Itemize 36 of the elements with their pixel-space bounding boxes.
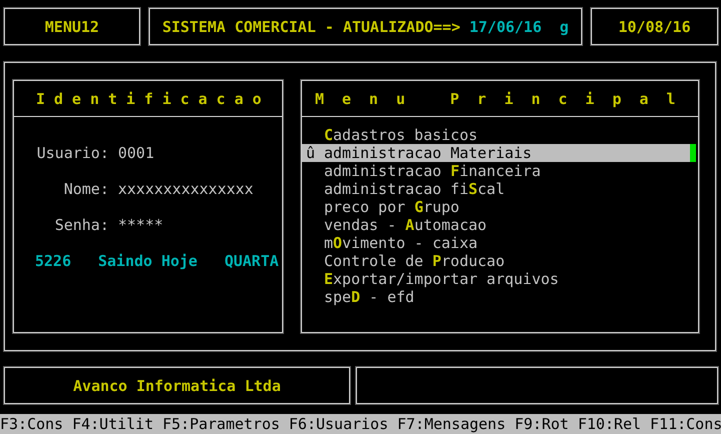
- status-text: QUARTA: [224, 252, 279, 270]
- panel-title: Menu Principal: [315, 90, 694, 108]
- field-label: Usuario:: [36, 144, 109, 162]
- system-title: SISTEMA COMERCIAL - ATUALIZADO==>: [162, 18, 460, 36]
- field-value: *****: [118, 216, 164, 234]
- function-key[interactable]: F11:Cons: [650, 415, 721, 433]
- menu-item[interactable]: speD - efd: [302, 288, 696, 306]
- company-name: Avanco Informatica Ltda: [73, 376, 281, 394]
- function-key[interactable]: F9:Rot: [514, 415, 569, 433]
- field-value: xxxxxxxxxxxxxxx: [118, 180, 254, 198]
- status-text: Saindo Hoje: [98, 252, 198, 270]
- menu-item[interactable]: mOvimento - caixa: [302, 234, 696, 252]
- field-label: Nome:: [62, 180, 109, 198]
- field-value: 0001: [118, 144, 156, 162]
- function-key[interactable]: F3:Cons: [0, 415, 64, 433]
- menu-item[interactable]: Controle de Producao: [302, 252, 696, 270]
- text-cursor: [690, 144, 696, 162]
- current-date: 10/08/16: [618, 18, 691, 36]
- function-key[interactable]: F6:Usuarios: [288, 415, 388, 433]
- menu-item[interactable]: vendas - Automacao: [302, 216, 696, 234]
- menu-item[interactable]: Exportar/importar arquivos: [302, 270, 696, 288]
- panel-title: Identificacao: [36, 90, 270, 108]
- flag-text: g: [560, 18, 569, 36]
- menu-item[interactable]: Cadastros basicos: [302, 126, 696, 144]
- function-key[interactable]: F7:Mensagens: [397, 415, 506, 433]
- menu-item[interactable]: administracao fiScal: [302, 180, 696, 198]
- menu-item[interactable]: û administracao Materiais: [302, 144, 696, 162]
- function-key[interactable]: F4:Utilit: [72, 415, 154, 433]
- updated-date: 17/06/16: [469, 18, 542, 36]
- menu-code: MENU12: [44, 18, 100, 36]
- status-text: 5226: [35, 252, 72, 270]
- field-label: Senha:: [54, 216, 109, 234]
- function-key[interactable]: F5:Parametros: [162, 415, 280, 433]
- function-key[interactable]: F10:Rel: [578, 415, 642, 433]
- menu-item[interactable]: administracao Financeira: [302, 162, 696, 180]
- menu-item[interactable]: preco por Grupo: [302, 198, 696, 216]
